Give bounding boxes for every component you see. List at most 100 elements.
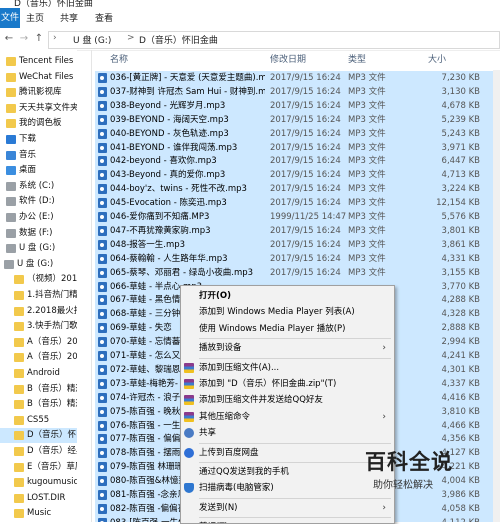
sidebar-item[interactable]: U 盘 (G:) (0, 257, 77, 272)
file-row[interactable]: 046-爱你痛到不知痛.MP3 1999/11/25 14:47 MP3 文件 5,5… (95, 210, 500, 224)
menu-item[interactable]: 添加到压缩文件并发送给QQ好友 (181, 392, 394, 408)
file-row[interactable]: 038-Beyond - 光辉岁月.mp3 2017/9/15 16:24 MP3 … (95, 98, 500, 113)
file-row[interactable]: 047-不再犹豫黄家驹.mp3 2017/9/15 16:24 MP3 文件 3,80… (95, 223, 500, 238)
file-row[interactable]: 037-财神到 许冠杰 Sam Hui - 财神到.m 2017/9/15 16:… (95, 84, 500, 99)
menu-item[interactable]: 播放到设备 › (181, 340, 394, 356)
menu-item[interactable]: 共享 (181, 425, 394, 441)
file-row[interactable]: 040-BEYOND - 灰色轨迹.mp3 2017/9/15 16:24 MP3 … (95, 126, 500, 141)
tab-view[interactable]: 查看 (95, 11, 113, 24)
file-type: MP3 文件 (348, 225, 386, 236)
forward-button[interactable]: → (17, 31, 31, 47)
column-header-date[interactable]: 修改日期 (270, 50, 306, 70)
sidebar-item[interactable]: 天天共享文件夹 (0, 101, 77, 116)
sidebar-item[interactable]: 桌面 (0, 163, 77, 178)
menu-item[interactable]: 添加到 "D（音乐）怀旧金曲.zip"(T) (181, 376, 394, 392)
sidebar-item[interactable]: A（音乐）2017 (0, 350, 77, 365)
address-bar[interactable]: › U 盘 (G:) > D（音乐）怀旧金曲 (48, 31, 500, 49)
sidebar-item-label: 音乐 (19, 149, 37, 160)
file-date: 2017/9/15 16:24 (270, 170, 341, 181)
sidebar-item[interactable]: 腾讯影视库 (0, 85, 77, 100)
mp3-file-icon (98, 420, 107, 431)
mp3-file-icon (98, 323, 107, 334)
column-header-type[interactable]: 类型 (348, 50, 366, 70)
sidebar-item[interactable]: 办公 (E:) (0, 210, 77, 225)
mp3-file-icon (98, 225, 107, 236)
file-row[interactable]: 044-boy'z、twins - 死性不改.mp3 2017/9/15 16:2… (95, 182, 500, 197)
file-row[interactable]: 064-蔡翰翰 - 人生路年华.mp3 2017/9/15 16:24 MP3 文件… (95, 251, 500, 266)
menu-item-label: 通过QQ发送到我的手机 (199, 467, 289, 477)
file-row[interactable]: 048-报答一生.mp3 2017/9/15 16:24 MP3 文件 3,861 K… (95, 237, 500, 252)
sidebar-item[interactable]: D（音乐）怀旧金 (0, 428, 77, 444)
file-row[interactable]: 041-BEYOND - 谁伴我闯荡.mp3 2017/9/15 16:24 MP3… (95, 140, 500, 155)
sidebar-item[interactable]: kugoumusic (0, 475, 77, 490)
folder-icon (14, 275, 24, 285)
column-header-size[interactable]: 大小 (428, 50, 446, 70)
sidebar-item[interactable]: LOST.DIR (0, 491, 77, 506)
file-row[interactable]: 039-BEYOND - 海阔天空.mp3 2017/9/15 16:24 MP3 … (95, 112, 500, 127)
file-row[interactable]: 042-beyond - 喜欢你.mp3 2017/9/15 16:24 MP3 文… (95, 154, 500, 169)
sidebar-item[interactable]: （视频）2018流行 (0, 272, 77, 287)
navigation-pane: Tencent Files WeChat Files 腾讯影视库 天天共享文件夹 我的调… (0, 50, 77, 522)
column-header-name[interactable]: 名称 (110, 50, 128, 70)
menu-item[interactable]: 打开(O) (181, 288, 394, 304)
file-name: 040-BEYOND - 灰色轨迹.mp3 (110, 128, 229, 139)
sidebar-item[interactable]: Android (0, 366, 77, 381)
file-name: 046-爱你痛到不知痛.MP3 (110, 212, 210, 222)
folder-icon (6, 103, 16, 113)
sidebar-item[interactable]: 3.快手热门歌曲 (0, 319, 77, 334)
sidebar-item[interactable]: B（音乐）精选5 (0, 382, 77, 397)
sidebar-item[interactable]: 1.抖音热门精选 (0, 288, 77, 303)
folder-icon (14, 306, 24, 316)
file-row[interactable]: 045-Evocation - 陈奕迅.mp3 2017/9/15 16:24 MP… (95, 196, 500, 211)
sidebar-item[interactable]: 我的调色板 (0, 116, 77, 131)
up-button[interactable]: ↑ (32, 31, 46, 47)
menu-separator (199, 517, 391, 519)
file-row[interactable]: 036-[黄正牌] - 天意爱 (天意爱主题曲).m 2017/9/15 16:2… (95, 71, 500, 85)
menu-item[interactable]: 添加到 Windows Media Player 列表(A) (181, 304, 394, 320)
sidebar-item[interactable]: A（音乐）2017 (0, 335, 77, 350)
sidebar-item[interactable]: B（音乐）精选5 (0, 397, 77, 412)
menu-item-label: 共享 (199, 428, 217, 439)
breadcrumb-folder[interactable]: D（音乐）怀旧金曲 (139, 33, 218, 46)
mp3-file-icon (98, 156, 107, 167)
breadcrumb-separator: > (127, 33, 135, 43)
sidebar-item[interactable]: WeChat Files (0, 70, 77, 85)
cloud-icon (184, 447, 194, 458)
menu-item[interactable]: 其他压缩命令 › (181, 409, 394, 425)
menu-item[interactable]: 使用 Windows Media Player 播放(P) (181, 321, 394, 337)
file-row[interactable]: 043-Beyond - 真的爱你.mp3 2017/9/15 16:24 MP3 … (95, 168, 500, 183)
sidebar-item[interactable]: 软件 (D:) (0, 194, 77, 209)
sidebar-item[interactable]: 2.2018最火抖音 (0, 304, 77, 319)
sidebar-item[interactable]: Tencent Files (0, 54, 77, 69)
sidebar-item[interactable]: 音乐 (0, 148, 77, 163)
breadcrumb-drive[interactable]: U 盘 (G:) (73, 33, 111, 46)
folder-icon (6, 57, 16, 66)
file-size: 4,288 KB (441, 295, 480, 306)
archive-icon (184, 411, 194, 422)
sidebar-item[interactable]: U 盘 (G:) (0, 241, 77, 256)
tab-share[interactable]: 共享 (60, 11, 78, 24)
sidebar-item[interactable]: 数据 (F:) (0, 226, 77, 241)
file-tab[interactable]: 文件 (0, 8, 20, 28)
file-row[interactable]: 065-蔡琴、邓丽君 - 绿岛小夜曲.mp3 2017/9/15 16:24 MP3… (95, 265, 500, 280)
file-size: 7,230 KB (441, 73, 480, 83)
mp3-file-icon (98, 309, 107, 320)
sidebar-item[interactable]: E（音乐）草原 (0, 460, 77, 475)
sidebar-item-label: D（音乐）怀旧金 (27, 430, 77, 441)
tab-home[interactable]: 主页 (26, 11, 44, 24)
sidebar-item[interactable]: CS55 (0, 413, 77, 428)
sidebar-item[interactable]: 系统 (C:) (0, 179, 77, 194)
file-name: 043-Beyond - 真的爱你.mp3 (110, 170, 226, 181)
sidebar-item[interactable]: Music (0, 506, 77, 521)
pane-divider[interactable] (91, 50, 92, 522)
sidebar-item[interactable]: 下载 (0, 132, 77, 147)
menu-item-label: 打开(O) (199, 291, 231, 301)
sidebar-item[interactable]: D（音乐）经典 (0, 444, 77, 459)
menu-item[interactable]: 添加到压缩文件(A)... (181, 360, 394, 376)
back-button[interactable]: ← (2, 31, 16, 47)
folder-icon (6, 119, 16, 129)
file-size: 3,770 KB (441, 281, 480, 292)
menu-item[interactable]: 发送到(N) › (181, 500, 394, 516)
mp3-file-icon (98, 490, 107, 500)
sidebar-item-label: Music (27, 508, 52, 519)
